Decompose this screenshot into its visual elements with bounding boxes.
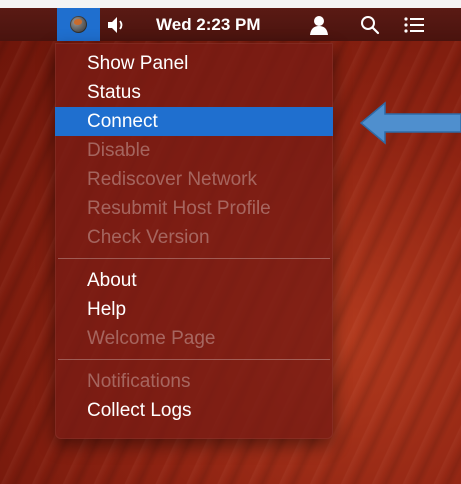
menu-item-resubmit-host-profile: Resubmit Host Profile [87, 198, 271, 219]
menu-item-notifications: Notifications [87, 371, 191, 392]
menu-item-disable: Disable [87, 140, 151, 161]
screen-top-edge [0, 0, 461, 8]
left-arrow-icon [359, 101, 461, 145]
menu-item-show-panel[interactable]: Show Panel [55, 49, 333, 78]
menu-item-check-version: Check Version [87, 227, 210, 248]
menu-item-help[interactable]: Help [55, 295, 333, 324]
menubar-clock[interactable]: Wed 2:23 PM [156, 8, 261, 41]
menu-item-welcome-page: Welcome Page [87, 328, 216, 349]
globe-icon [70, 16, 87, 33]
menu-item-collect-logs[interactable]: Collect Logs [55, 396, 333, 425]
user-icon[interactable] [308, 14, 330, 36]
speaker-icon[interactable] [106, 15, 128, 35]
menubar-app-icon-button[interactable] [57, 8, 100, 41]
search-icon[interactable] [360, 15, 380, 35]
menu-separator [58, 258, 330, 259]
status-menu: Show Panel Status Connect Disable Redisc… [55, 43, 333, 439]
menu-item-rediscover-network: Rediscover Network [87, 169, 257, 190]
menu-item-about[interactable]: About [55, 266, 333, 295]
list-icon[interactable] [403, 15, 425, 35]
menu-item-connect[interactable]: Connect [55, 107, 333, 136]
menu-separator [58, 359, 330, 360]
menu-item-status[interactable]: Status [55, 78, 333, 107]
menubar: Wed 2:23 PM [0, 8, 461, 41]
